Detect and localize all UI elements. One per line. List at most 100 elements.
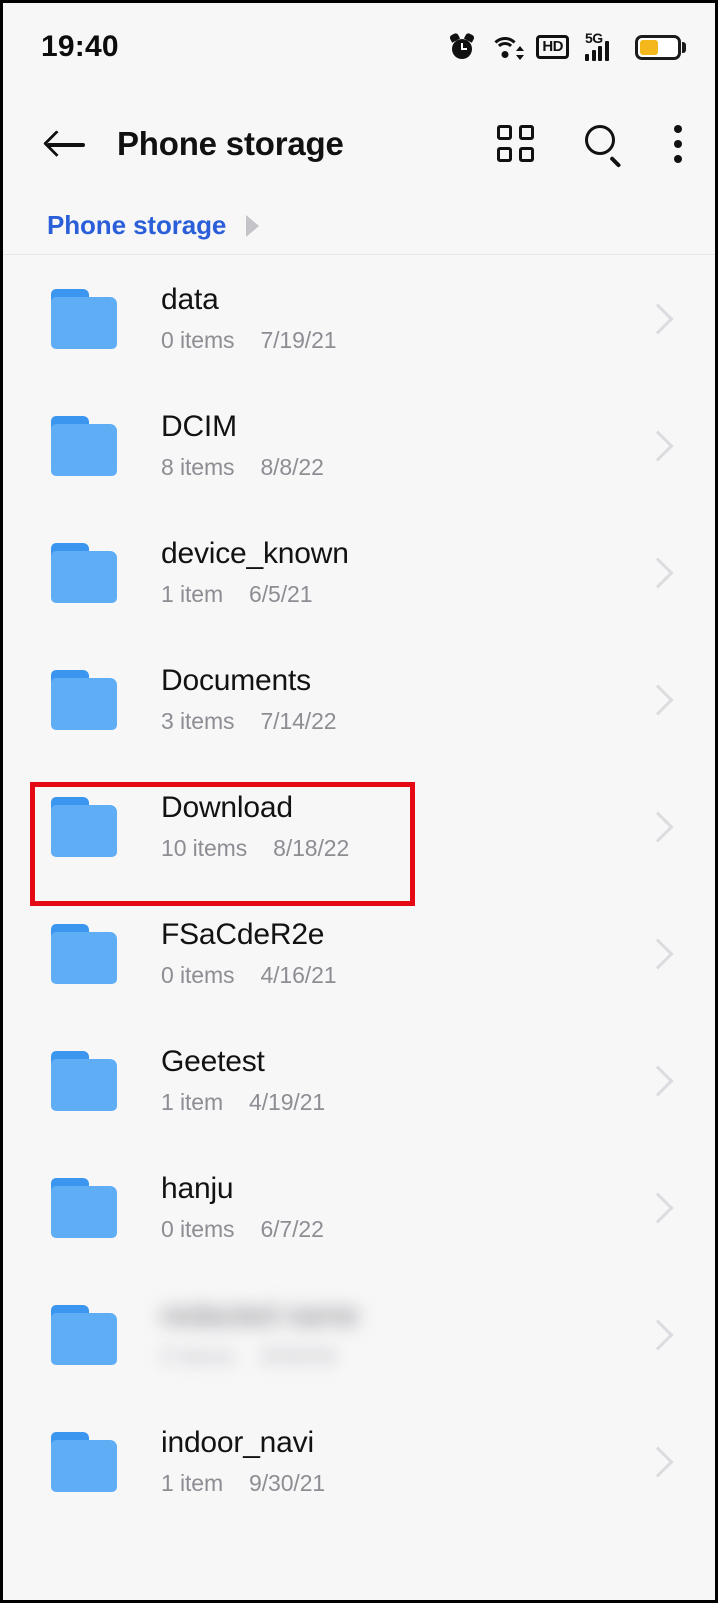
file-date: 6/5/21 — [249, 581, 313, 608]
file-row[interactable]: data 0 items 7/19/21 — [3, 255, 715, 382]
file-meta: 0 items 4/16/21 — [161, 962, 645, 989]
file-row-text: redacted name 0 items 0/00/00 — [161, 1299, 645, 1371]
file-row[interactable]: hanju 0 items 6/7/22 — [3, 1144, 715, 1271]
file-name: indoor_navi — [161, 1425, 314, 1459]
file-name: redacted name — [161, 1298, 359, 1332]
folder-icon — [51, 1431, 117, 1492]
alarm-icon — [449, 32, 476, 60]
file-row[interactable]: Documents 3 items 7/14/22 — [3, 636, 715, 763]
file-row-text: hanju 0 items 6/7/22 — [161, 1172, 645, 1244]
breadcrumb: Phone storage — [3, 197, 715, 255]
file-row[interactable]: Download 10 items 8/18/22 — [3, 763, 715, 890]
file-row-text: DCIM 8 items 8/8/22 — [161, 410, 645, 482]
chevron-right-icon[interactable] — [645, 682, 667, 718]
file-meta: 1 item 4/19/21 — [161, 1089, 645, 1116]
chevron-right-icon[interactable] — [645, 1063, 667, 1099]
signal-5g-icon: 5G — [585, 31, 619, 61]
chevron-right-icon[interactable] — [645, 936, 667, 972]
wifi-icon — [490, 35, 525, 60]
hd-icon: HD — [536, 35, 569, 59]
chevron-right-icon[interactable] — [645, 428, 667, 464]
file-row[interactable]: FSaCdeR2e 0 items 4/16/21 — [3, 890, 715, 1017]
file-row[interactable]: redacted name 0 items 0/00/00 — [3, 1271, 715, 1398]
file-date: 6/7/22 — [260, 1216, 324, 1243]
folder-icon — [51, 1304, 117, 1365]
file-item-count: 0 items — [161, 327, 235, 354]
file-list[interactable]: data 0 items 7/19/21 DCIM 8 items 8/8/22 devic… — [3, 255, 715, 1600]
chevron-right-icon — [246, 214, 260, 237]
file-item-count: 3 items — [161, 708, 235, 735]
search-icon[interactable] — [583, 123, 625, 168]
more-options-icon[interactable] — [673, 123, 683, 165]
file-name: Download — [161, 790, 293, 824]
file-date: 8/8/22 — [260, 454, 324, 481]
folder-icon — [51, 415, 117, 476]
file-meta: 10 items 8/18/22 — [161, 835, 645, 862]
file-date: 7/14/22 — [260, 708, 337, 735]
folder-icon — [51, 1050, 117, 1111]
status-bar: 19:40 HD 5G — [3, 3, 715, 91]
chevron-right-icon[interactable] — [645, 1444, 667, 1480]
file-meta: 0 items 7/19/21 — [161, 327, 645, 354]
chevron-right-icon[interactable] — [645, 809, 667, 845]
breadcrumb-item-phone-storage[interactable]: Phone storage — [47, 210, 226, 241]
back-arrow-icon[interactable] — [41, 118, 93, 170]
file-name: FSaCdeR2e — [161, 917, 325, 951]
file-date: 0/00/00 — [260, 1343, 337, 1370]
folder-icon — [51, 1177, 117, 1238]
file-date: 4/16/21 — [260, 962, 337, 989]
file-item-count: 1 item — [161, 1089, 224, 1116]
file-row-text: indoor_navi 1 item 9/30/21 — [161, 1426, 645, 1498]
page-title: Phone storage — [117, 125, 344, 162]
file-row[interactable]: DCIM 8 items 8/8/22 — [3, 382, 715, 509]
file-meta: 1 item 6/5/21 — [161, 581, 645, 608]
file-item-count: 0 items — [161, 962, 235, 989]
battery-icon — [635, 34, 686, 60]
file-name: DCIM — [161, 409, 237, 443]
file-row[interactable]: Geetest 1 item 4/19/21 — [3, 1017, 715, 1144]
file-item-count: 1 item — [161, 1470, 224, 1497]
app-bar-actions — [497, 123, 683, 168]
status-clock: 19:40 — [41, 30, 119, 63]
file-name: Documents — [161, 663, 311, 697]
file-item-count: 0 items — [161, 1216, 235, 1243]
file-row[interactable]: device_known 1 item 6/5/21 — [3, 509, 715, 636]
chevron-right-icon[interactable] — [645, 555, 667, 591]
folder-icon — [51, 923, 117, 984]
folder-icon — [51, 796, 117, 857]
file-item-count: 1 item — [161, 581, 224, 608]
file-meta: 0 items 0/00/00 — [161, 1343, 645, 1370]
grid-view-icon[interactable] — [497, 125, 535, 163]
chevron-right-icon[interactable] — [645, 1190, 667, 1226]
file-row-text: FSaCdeR2e 0 items 4/16/21 — [161, 918, 645, 990]
file-date: 9/30/21 — [249, 1470, 326, 1497]
chevron-right-icon[interactable] — [645, 301, 667, 337]
file-item-count: 8 items — [161, 454, 235, 481]
file-name: device_known — [161, 536, 349, 570]
folder-icon — [51, 288, 117, 349]
file-name: hanju — [161, 1171, 234, 1205]
phone-screen: 19:40 HD 5G Phone storage Phone storage … — [0, 0, 718, 1603]
file-meta: 1 item 9/30/21 — [161, 1470, 645, 1497]
file-row[interactable]: indoor_navi 1 item 9/30/21 — [3, 1398, 715, 1525]
file-item-count: 10 items — [161, 835, 248, 862]
folder-icon — [51, 669, 117, 730]
file-row-text: Geetest 1 item 4/19/21 — [161, 1045, 645, 1117]
file-item-count: 0 items — [161, 1343, 235, 1370]
file-row-text: device_known 1 item 6/5/21 — [161, 537, 645, 609]
file-meta: 0 items 6/7/22 — [161, 1216, 645, 1243]
app-bar: Phone storage — [3, 91, 715, 197]
file-name: data — [161, 282, 219, 316]
file-name: Geetest — [161, 1044, 265, 1078]
file-meta: 8 items 8/8/22 — [161, 454, 645, 481]
chevron-right-icon[interactable] — [645, 1317, 667, 1353]
file-meta: 3 items 7/14/22 — [161, 708, 645, 735]
file-row-text: Documents 3 items 7/14/22 — [161, 664, 645, 736]
file-row-text: Download 10 items 8/18/22 — [161, 791, 645, 863]
file-date: 4/19/21 — [249, 1089, 326, 1116]
folder-icon — [51, 542, 117, 603]
file-row-text: data 0 items 7/19/21 — [161, 283, 645, 355]
status-icon-tray: HD 5G — [449, 31, 686, 61]
file-date: 8/18/22 — [273, 835, 350, 862]
file-date: 7/19/21 — [260, 327, 337, 354]
